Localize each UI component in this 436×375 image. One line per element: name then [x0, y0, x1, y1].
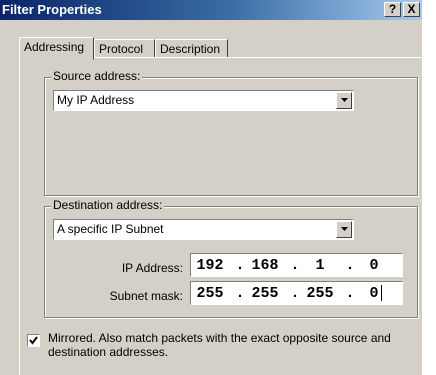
- text-cursor: [381, 285, 382, 301]
- subnet-mask-field[interactable]: 255 . 255 . 255 . 0: [190, 281, 403, 305]
- mask-octet-4: 0: [369, 285, 379, 302]
- ip-separator: .: [290, 257, 300, 274]
- help-button[interactable]: ?: [384, 2, 401, 17]
- mirrored-checkbox[interactable]: [27, 334, 40, 347]
- mask-separator: .: [235, 285, 245, 302]
- chevron-down-icon: [341, 98, 348, 102]
- tab-addressing[interactable]: Addressing: [19, 37, 94, 60]
- source-dropdown-button[interactable]: [336, 92, 352, 109]
- filter-properties-dialog: Filter Properties ? X Addressing Protoco…: [0, 0, 422, 375]
- subnet-mask-label: Subnet mask:: [109, 289, 183, 303]
- mirrored-label[interactable]: Mirrored. Also match packets with the ex…: [48, 331, 398, 359]
- ip-separator: .: [235, 257, 245, 274]
- destination-address-combobox[interactable]: A specific IP Subnet: [53, 219, 354, 240]
- window-title: Filter Properties: [2, 2, 102, 17]
- checkmark-icon: [29, 336, 38, 345]
- close-button[interactable]: X: [403, 2, 420, 17]
- ip-separator: .: [345, 257, 355, 274]
- destination-dropdown-button[interactable]: [336, 221, 352, 238]
- ip-octet-3: 1: [315, 257, 325, 274]
- ip-address-field[interactable]: 192 . 168 . 1 . 0: [190, 253, 403, 277]
- source-address-combobox[interactable]: My IP Address: [53, 90, 354, 111]
- destination-address-label: Destination address:: [51, 198, 165, 212]
- mask-separator: .: [290, 285, 300, 302]
- source-address-label: Source address:: [51, 69, 143, 83]
- mask-octet-1: 255: [196, 285, 224, 302]
- mask-octet-3: 255: [306, 285, 334, 302]
- destination-address-value: A specific IP Subnet: [57, 222, 164, 236]
- source-address-value: My IP Address: [57, 93, 135, 107]
- chevron-down-icon: [341, 227, 348, 231]
- title-bar: Filter Properties ? X: [0, 0, 422, 20]
- ip-address-label: IP Address:: [121, 261, 183, 275]
- ip-octet-1: 192: [196, 257, 224, 274]
- mask-separator: .: [345, 285, 355, 302]
- ip-octet-4: 0: [369, 257, 379, 274]
- ip-octet-2: 168: [251, 257, 279, 274]
- mask-octet-2: 255: [251, 285, 279, 302]
- addressing-panel: Source address: My IP Address Destinatio…: [19, 57, 422, 375]
